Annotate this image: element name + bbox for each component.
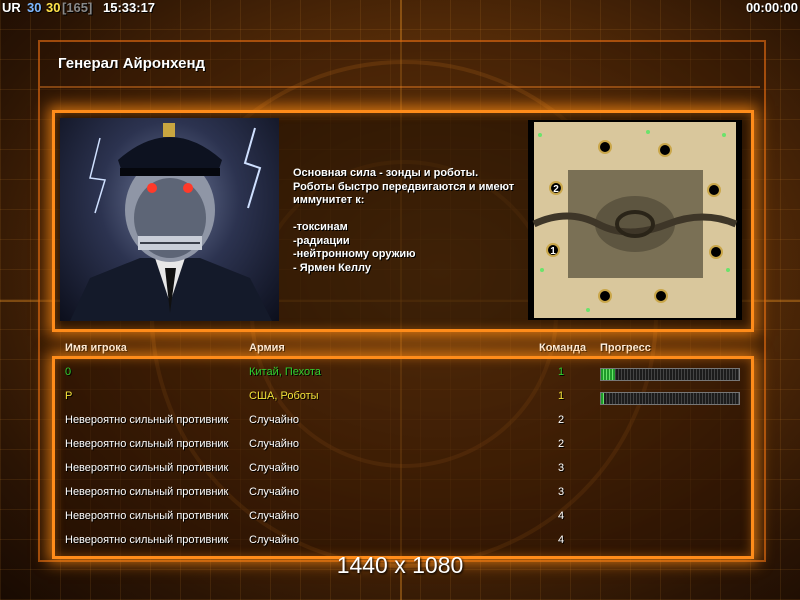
player-name: P: [65, 390, 73, 402]
player-team: 4: [558, 510, 565, 522]
player-army: Случайно: [249, 462, 300, 474]
general-title: Генерал Айронхенд: [58, 55, 206, 72]
player-name: Невероятно сильный противник: [65, 462, 229, 474]
player-team: 3: [558, 462, 565, 474]
header-team: Команда: [539, 342, 587, 354]
hud-game-timer: 00:00:00: [745, 0, 798, 15]
player-name: Невероятно сильный противник: [65, 438, 229, 450]
hud-bracket-value: [165]: [62, 0, 93, 15]
player-team: 2: [558, 414, 565, 426]
player-army: Случайно: [249, 534, 300, 546]
map-preview[interactable]: 2 1: [528, 120, 742, 320]
player-row[interactable]: Невероятно сильный противник Случайно 2: [0, 409, 800, 433]
player-team: 1: [558, 366, 565, 378]
player-team: 1: [558, 390, 565, 402]
player-row[interactable]: Невероятно сильный противник Случайно 4: [0, 529, 800, 553]
general-portrait: [60, 118, 279, 321]
minimap-image: 2 1: [532, 122, 738, 318]
player-name: Невероятно сильный противник: [65, 534, 229, 546]
hud-clock: 15:33:17: [103, 0, 156, 15]
header-progress: Прогресс: [600, 342, 651, 354]
hud-stat-2: 30: [46, 0, 61, 15]
player-name: 0: [65, 366, 72, 378]
player-army: США, Роботы: [249, 390, 319, 402]
hud-stat-1: 30: [27, 0, 42, 15]
player-army: Китай, Пехота: [249, 366, 321, 378]
player-name: Невероятно сильный противник: [65, 486, 229, 498]
player-team: 4: [558, 534, 565, 546]
hud-ur-label: UR: [2, 0, 21, 15]
robot-general-image: [70, 123, 272, 321]
minimap-player-2-marker: 2: [553, 184, 559, 195]
player-team: 2: [558, 438, 565, 450]
minimap-player-1-marker: 1: [550, 246, 556, 257]
player-name: Невероятно сильный противник: [65, 510, 229, 522]
hud-bar: UR 30 30 [165] 15:33:17 00:00:00: [0, 0, 800, 18]
general-description: Основная сила - зонды и роботы. Роботы б…: [293, 167, 515, 274]
resolution-label: 1440 x 1080: [336, 552, 464, 578]
player-row[interactable]: Невероятно сильный противник Случайно 4: [0, 505, 800, 529]
player-army: Случайно: [249, 510, 300, 522]
player-army: Случайно: [249, 438, 300, 450]
player-progress-bar: [600, 392, 740, 405]
player-team: 3: [558, 486, 565, 498]
player-row[interactable]: Невероятно сильный противник Случайно 3: [0, 457, 800, 481]
player-progress-bar: [600, 368, 740, 381]
progress-fill: [601, 393, 604, 404]
player-row[interactable]: 0 Китай, Пехота 1: [0, 361, 800, 385]
player-row[interactable]: P США, Роботы 1: [0, 385, 800, 409]
player-name: Невероятно сильный противник: [65, 414, 229, 426]
header-player-name: Имя игрока: [65, 342, 127, 354]
progress-fill: [601, 369, 615, 380]
player-army: Случайно: [249, 414, 300, 426]
title-divider: [40, 86, 760, 88]
header-army: Армия: [249, 342, 285, 354]
player-row[interactable]: Невероятно сильный противник Случайно 3: [0, 481, 800, 505]
player-army: Случайно: [249, 486, 300, 498]
player-row[interactable]: Невероятно сильный противник Случайно 2: [0, 433, 800, 457]
